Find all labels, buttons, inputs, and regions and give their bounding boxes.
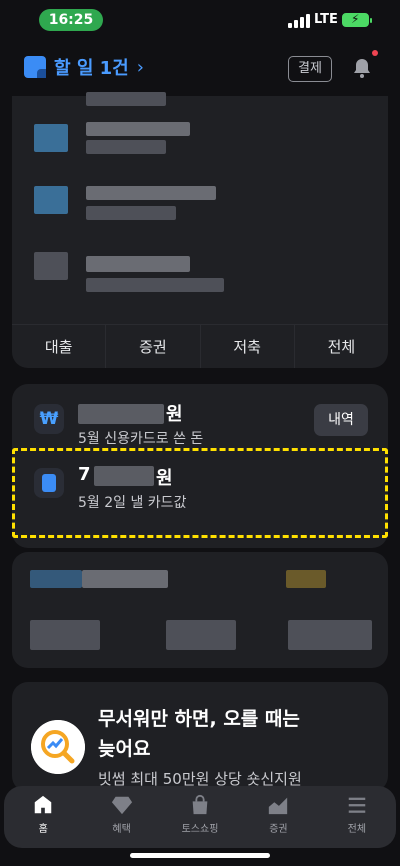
todo-label: 할 일 1건 (54, 58, 129, 79)
bottom-tab-bar: 홈 혜택 토스쇼핑 증권 전체 (4, 786, 396, 848)
home-icon (34, 795, 52, 814)
blurred-content (166, 620, 236, 650)
bell-icon[interactable] (350, 56, 374, 80)
shopping-bag-icon (192, 794, 208, 815)
tab-all[interactable]: 전체 (295, 325, 388, 368)
tabbar-home[interactable]: 홈 (4, 786, 82, 848)
tabbar-label: 홈 (38, 824, 48, 835)
blurred-content (86, 256, 190, 272)
blurred-content (30, 620, 100, 650)
signal-icon (288, 14, 310, 28)
chart-magnifier-icon (31, 720, 85, 774)
blurred-content (34, 124, 68, 152)
blurred-content (30, 570, 82, 588)
notification-dot (372, 50, 378, 56)
quick-tabs: 대출 증권 저축 전체 (12, 324, 388, 368)
blurred-content (86, 278, 224, 292)
blurred-content (86, 122, 190, 136)
tabbar-all[interactable]: 전체 (318, 786, 396, 848)
promo-title-line2: 늦어요 (98, 738, 151, 760)
menu-icon (348, 797, 366, 813)
tabbar-stocks[interactable]: 증권 (239, 786, 317, 848)
tab-loan[interactable]: 대출 (12, 325, 107, 368)
tabbar-label: 증권 (269, 824, 288, 835)
history-button[interactable]: 내역 (314, 404, 368, 436)
todo-icon (24, 56, 46, 78)
blurred-card (12, 552, 388, 668)
blurred-amount (78, 404, 164, 424)
tab-savings[interactable]: 저축 (201, 325, 295, 368)
won-icon: ₩ (34, 404, 64, 434)
tabbar-shopping[interactable]: 토스쇼핑 (161, 786, 239, 848)
credit-description: 5월 신용카드로 쓴 돈 (78, 431, 204, 447)
home-indicator (130, 853, 270, 858)
highlight-box (12, 448, 388, 538)
tabbar-label: 토스쇼핑 (181, 824, 219, 835)
blurred-content (86, 92, 166, 106)
diamond-icon (111, 796, 132, 815)
battery-icon: ⚡ (342, 12, 372, 27)
top-header: 할 일 1건 › 결제 (0, 46, 400, 90)
tabbar-benefits[interactable]: 혜택 (82, 786, 160, 848)
blurred-content (34, 252, 68, 280)
tab-stocks[interactable]: 증권 (106, 325, 201, 368)
blurred-content (286, 570, 326, 588)
blurred-content (86, 206, 176, 220)
tabbar-label: 혜택 (112, 824, 131, 835)
status-bar: 16:25 LTE ⚡ (0, 0, 400, 44)
blurred-content (288, 620, 372, 650)
assets-card: 대출 증권 저축 전체 (12, 92, 388, 368)
todo-link[interactable]: 할 일 1건 › (24, 54, 144, 80)
credit-amount-suffix: 원 (166, 404, 183, 425)
tabbar-label: 전체 (347, 824, 367, 835)
status-time: 16:25 (39, 9, 103, 31)
pay-button[interactable]: 결제 (288, 56, 332, 82)
blurred-content (82, 570, 168, 588)
network-label: LTE (314, 12, 338, 27)
blurred-content (86, 140, 166, 154)
chevron-right-icon: › (136, 56, 144, 78)
blurred-content (34, 186, 68, 214)
blurred-content (86, 186, 216, 200)
promo-title-line1: 무서워만 하면, 오를 때는 (98, 708, 300, 730)
stock-chart-icon (269, 797, 288, 815)
